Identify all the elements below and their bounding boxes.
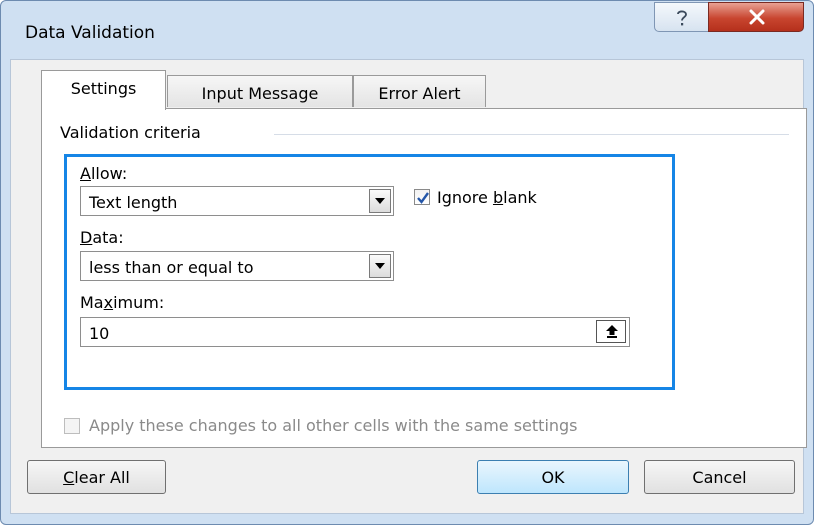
ok-button[interactable]: OK [477,460,629,494]
tab-input-message[interactable]: Input Message [167,75,353,107]
allow-label: Allow: [80,164,128,183]
tab-label: Settings [70,79,137,98]
settings-panel: Validation criteria Allow: Text length I… [41,108,807,448]
ignore-blank-checkbox[interactable] [414,189,430,205]
tab-label: Input Message [201,84,319,103]
tab-settings[interactable]: Settings [41,70,166,110]
close-button[interactable] [708,2,804,32]
maximum-input[interactable]: 10 [80,317,630,347]
data-dropdown[interactable]: less than or equal to [80,251,394,281]
data-validation-dialog: Data Validation Settings Input Message E… [0,0,814,525]
chevron-down-icon [375,198,385,204]
apply-all-checkbox[interactable] [64,418,80,434]
collapse-dialog-button[interactable] [596,320,626,343]
allow-dropdown-button[interactable] [369,189,391,213]
dialog-body: Settings Input Message Error Alert Valid… [10,59,807,514]
data-value: less than or equal to [89,258,254,277]
dialog-title: Data Validation [25,23,155,43]
apply-all-label: Apply these changes to all other cells w… [89,416,578,435]
close-x-icon [749,9,765,25]
data-dropdown-button[interactable] [369,254,391,278]
maximum-label: Maximum: [80,293,165,312]
question-mark-icon [677,10,687,26]
chevron-down-icon [375,263,385,269]
group-divider [274,134,789,135]
collapse-dialog-arrow-icon [606,325,618,338]
clear-all-button[interactable]: Clear All [27,460,166,494]
allow-dropdown[interactable]: Text length [80,186,394,216]
title-bar: Data Validation [1,1,813,61]
cancel-button[interactable]: Cancel [644,460,795,494]
help-button[interactable] [654,2,709,32]
checkmark-icon [417,192,429,204]
tab-label: Error Alert [378,84,461,103]
ignore-blank-label: Ignore blank [437,188,537,207]
maximum-value: 10 [89,324,110,343]
validation-criteria-label: Validation criteria [60,123,207,142]
data-label: Data: [80,228,124,247]
allow-value: Text length [89,193,178,212]
tab-error-alert[interactable]: Error Alert [353,75,486,107]
